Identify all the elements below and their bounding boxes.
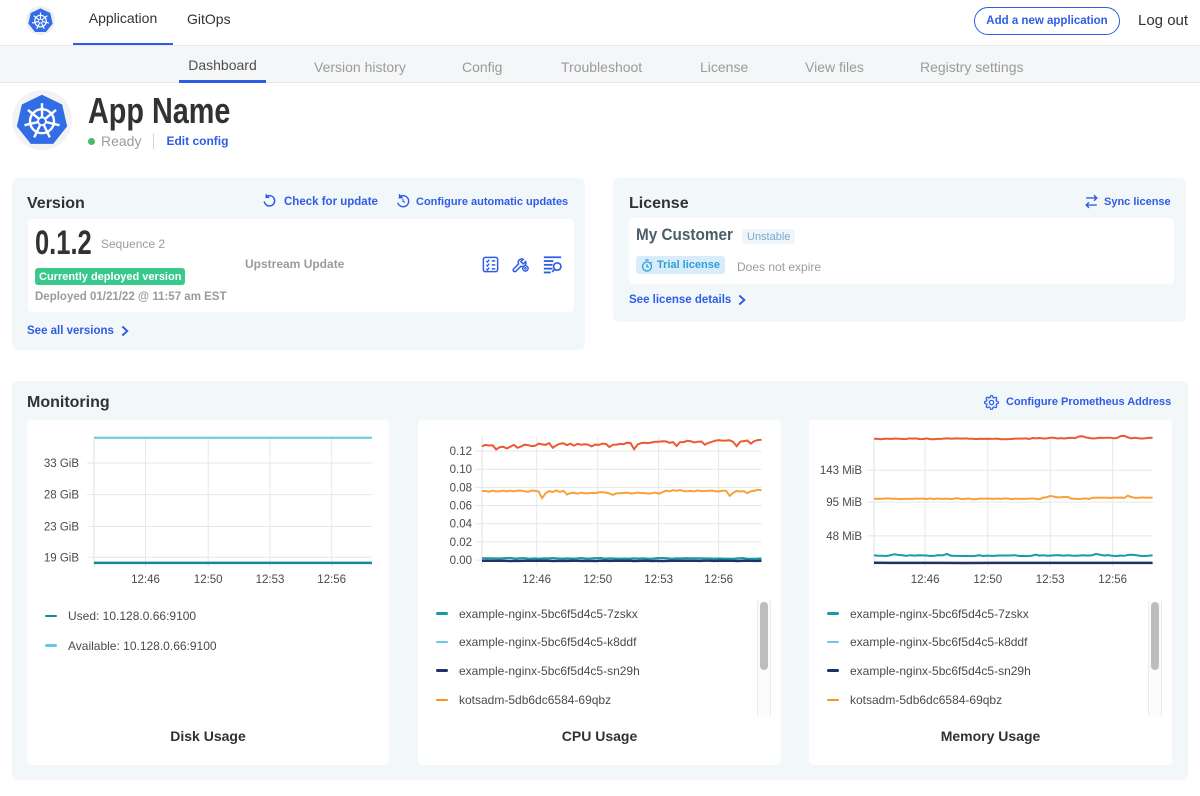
svg-text:12:46: 12:46 [911,574,940,586]
svg-text:12:53: 12:53 [644,574,673,586]
svg-text:0.00: 0.00 [450,555,472,567]
svg-text:12:56: 12:56 [317,574,346,586]
svg-text:95 MiB: 95 MiB [826,497,862,509]
svg-text:0.10: 0.10 [450,464,472,476]
svg-text:143 MiB: 143 MiB [820,465,863,477]
svg-text:12:53: 12:53 [1036,574,1065,586]
svg-text:19 GiB: 19 GiB [44,552,79,564]
svg-text:12:56: 12:56 [1098,574,1127,586]
svg-text:0.08: 0.08 [450,482,472,494]
svg-text:0.12: 0.12 [450,446,472,458]
svg-text:0.06: 0.06 [450,501,472,513]
svg-text:33 GiB: 33 GiB [44,458,79,470]
svg-text:12:50: 12:50 [583,574,612,586]
svg-text:0.02: 0.02 [450,537,472,549]
svg-text:12:46: 12:46 [131,574,160,586]
svg-text:12:50: 12:50 [973,574,1002,586]
svg-text:48 MiB: 48 MiB [826,531,862,543]
svg-text:23 GiB: 23 GiB [44,522,79,534]
svg-text:12:53: 12:53 [256,574,285,586]
svg-text:12:56: 12:56 [704,574,733,586]
svg-text:0.04: 0.04 [450,519,473,531]
svg-text:12:46: 12:46 [522,574,551,586]
svg-text:12:50: 12:50 [194,574,223,586]
svg-text:28 GiB: 28 GiB [44,490,79,502]
